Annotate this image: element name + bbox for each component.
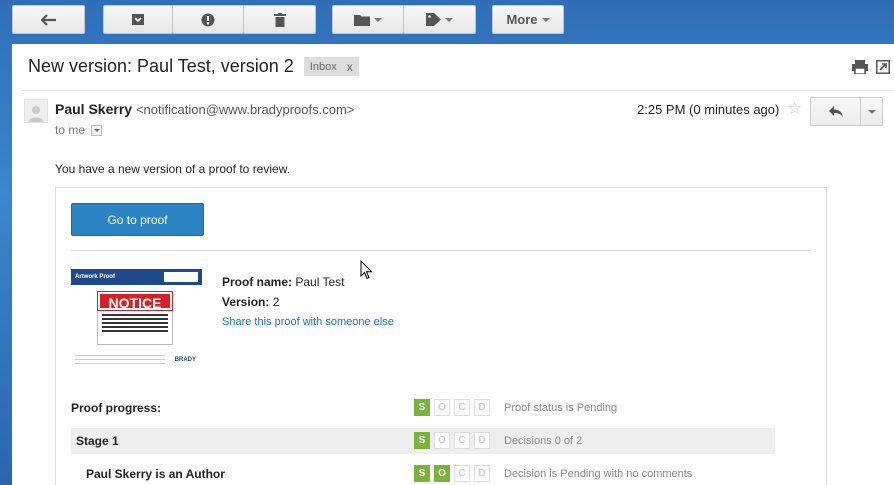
progress-row-status: Decision is Pending with no comments: [504, 468, 693, 480]
notice-body-lines: [98, 310, 172, 336]
details-dropdown[interactable]: [91, 124, 103, 136]
go-to-proof-button[interactable]: Go to proof: [71, 203, 204, 236]
report-spam-button[interactable]: [172, 5, 244, 34]
thumbnail-title: Artwork Proof: [75, 274, 116, 280]
print-icon[interactable]: [852, 60, 868, 74]
proof-thumbnail[interactable]: Artwork Proof NOTICE BRADY: [71, 269, 202, 369]
progress-row-label: Stage 1: [76, 434, 119, 448]
stage-row: Stage 1 S O C D Decisions 0 of 2: [71, 428, 775, 454]
inbox-label-chip: Inbox x: [303, 57, 359, 76]
archive-icon: [132, 14, 144, 25]
tag-icon: [426, 13, 441, 26]
delete-button[interactable]: [243, 5, 316, 34]
move-to-button[interactable]: [332, 5, 404, 34]
progress-row-label: Proof progress:: [71, 401, 162, 415]
chevron-down-icon: [93, 128, 100, 132]
top-icons: [852, 60, 890, 74]
subject-row: New version: Paul Test, version 2 Inbox …: [28, 56, 359, 77]
step-c: C: [454, 399, 470, 416]
more-label: More: [506, 12, 538, 27]
step-d: D: [474, 432, 490, 449]
brady-logo: BRADY: [174, 357, 196, 363]
labels-button[interactable]: [403, 5, 476, 34]
version-value: 2: [272, 295, 280, 309]
remove-label-button[interactable]: x: [347, 60, 353, 74]
step-d: D: [474, 465, 490, 482]
step-o: O: [434, 399, 450, 416]
message-panel: New version: Paul Test, version 2 Inbox …: [12, 44, 894, 485]
proof-progress-row: Proof progress: S O C D Proof status is …: [71, 395, 775, 421]
step-d: D: [474, 399, 490, 416]
folder-icon: [354, 14, 370, 26]
step-c: C: [454, 465, 470, 482]
star-icon[interactable]: ☆: [787, 99, 802, 119]
step-s: S: [414, 465, 430, 482]
thumbnail-info-box: [164, 272, 198, 282]
proof-name-label: Proof name:: [222, 275, 293, 289]
more-button[interactable]: More: [492, 5, 564, 34]
proof-card: Go to proof Artwork Proof NOTICE BRADY P…: [55, 187, 827, 485]
reply-icon: [828, 106, 843, 117]
proof-meta: Proof name: Paul Test Version: 2 Share t…: [222, 272, 394, 332]
header-divider: [22, 90, 894, 91]
message-subject: New version: Paul Test, version 2: [28, 56, 294, 76]
notice-sign: NOTICE: [97, 291, 173, 345]
step-c: C: [454, 432, 470, 449]
intro-text: You have a new version of a proof to rev…: [55, 162, 291, 176]
proof-name-value: Paul Test: [295, 275, 345, 289]
trash-icon: [273, 12, 286, 27]
sender-email: <notification@www.bradyproofs.com>: [135, 102, 355, 117]
share-proof-link[interactable]: Share this proof with someone else: [222, 312, 394, 332]
thumbnail-header: Artwork Proof: [71, 269, 202, 285]
archive-button[interactable]: [103, 5, 173, 34]
sender-line: Paul Skerry <notification@www.bradyproof…: [55, 101, 354, 117]
step-s: S: [414, 432, 430, 449]
reply-group: [810, 97, 883, 126]
step-o: O: [434, 432, 450, 449]
version-row: Version: 2: [222, 292, 394, 312]
step-o: O: [434, 465, 450, 482]
person-icon: [28, 106, 44, 122]
version-label: Version:: [222, 295, 270, 309]
chevron-down-icon: [867, 109, 876, 114]
recipient-label: to me: [55, 123, 86, 137]
reply-button[interactable]: [811, 98, 861, 125]
back-button[interactable]: [12, 5, 85, 34]
mouse-cursor-icon: [360, 260, 373, 280]
new-window-icon[interactable]: [876, 60, 890, 74]
sender-name[interactable]: Paul Skerry: [55, 101, 132, 117]
arrow-left-icon: [40, 13, 56, 26]
card-divider: [71, 250, 811, 251]
toolbar: More: [0, 0, 894, 44]
recipient-line: to me: [55, 123, 103, 137]
message-time: 2:25 PM (0 minutes ago): [637, 102, 780, 117]
author-row: Paul Skerry is an Author S O C D Decisio…: [71, 461, 775, 485]
more-actions-button[interactable]: [861, 98, 882, 125]
progress-row-label: Paul Skerry is an Author: [86, 467, 225, 481]
step-s: S: [414, 399, 430, 416]
progress-row-status: Proof status is Pending: [504, 402, 618, 414]
inbox-label: Inbox: [309, 60, 337, 73]
progress-row-status: Decisions 0 of 2: [504, 435, 583, 447]
report-spam-icon: [201, 13, 215, 26]
avatar: [24, 99, 48, 123]
notice-heading: NOTICE: [97, 291, 173, 311]
